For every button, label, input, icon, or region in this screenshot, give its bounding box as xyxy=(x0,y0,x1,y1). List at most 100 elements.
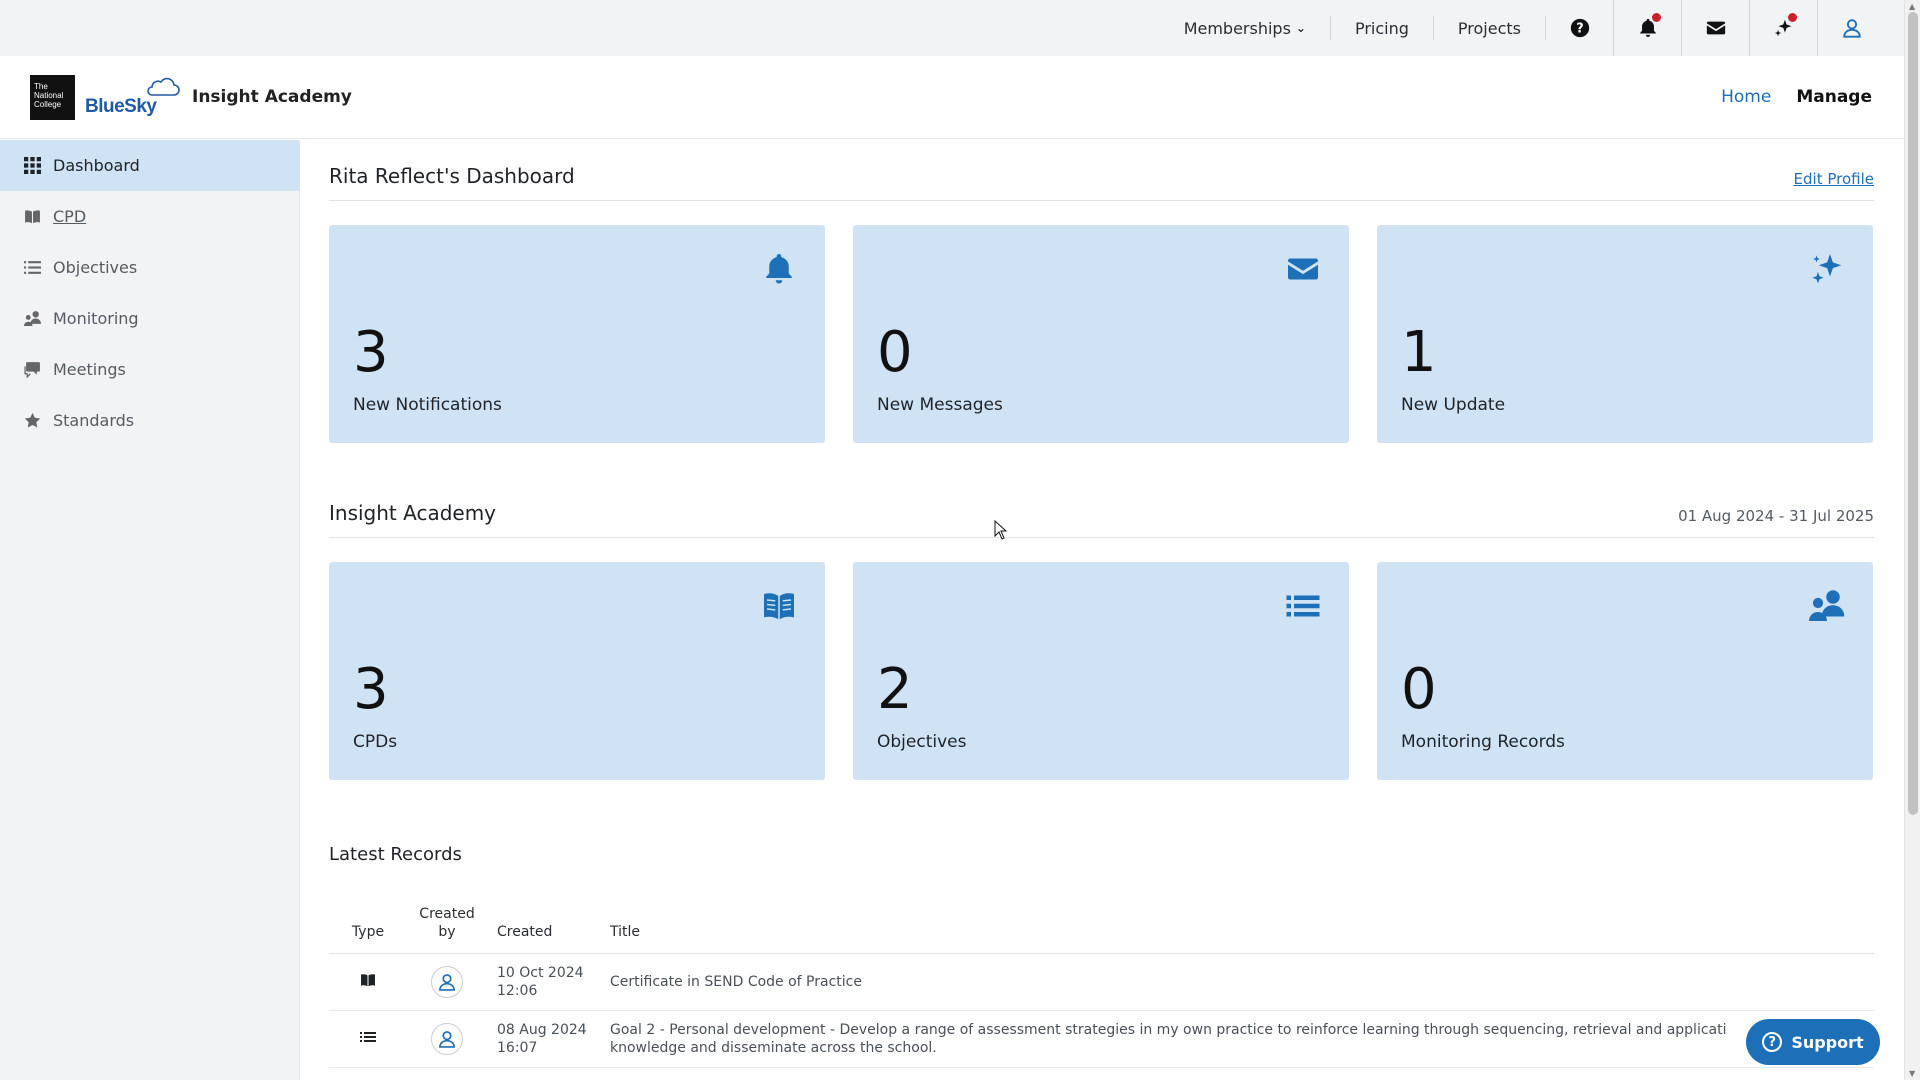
users-icon xyxy=(24,310,41,327)
user-icon xyxy=(439,1031,455,1048)
sidebar-item-label: Monitoring xyxy=(53,309,139,328)
card-label: Objectives xyxy=(877,732,967,752)
envelope-icon xyxy=(1288,258,1318,280)
pricing-link[interactable]: Pricing xyxy=(1331,16,1434,40)
sidebar-item-label: Objectives xyxy=(53,258,138,277)
top-bar: Memberships ⌄ Pricing Projects ? xyxy=(0,0,1904,56)
created-date: 08 Aug 2024 xyxy=(497,1022,587,1038)
book-icon xyxy=(361,973,375,986)
avatar xyxy=(431,1023,463,1055)
title-cell: Goal 2 - Personal development - Develop … xyxy=(600,1010,1874,1068)
updates-button[interactable] xyxy=(1750,0,1818,56)
summary-cards: 3 New Notifications 0 New Messages 1 New… xyxy=(329,225,1874,443)
notifications-button[interactable] xyxy=(1614,0,1682,56)
academy-title: Insight Academy xyxy=(329,501,497,525)
scroll-up-icon[interactable]: ▲ xyxy=(1909,2,1915,11)
monitoring-card[interactable]: 0 Monitoring Records xyxy=(1377,562,1873,780)
scrollbar-thumb[interactable] xyxy=(1908,12,1918,815)
sidebar-item-cpd[interactable]: CPD xyxy=(0,191,299,242)
sidebar-item-objectives[interactable]: Objectives xyxy=(0,242,299,293)
table-row[interactable]: 10 Oct 2024 12:06 Certificate in SEND Cod… xyxy=(329,953,1874,1011)
bell-icon xyxy=(766,254,792,284)
help-button[interactable]: ? xyxy=(1546,0,1614,56)
help-icon: ? xyxy=(1570,18,1589,38)
comments-icon xyxy=(24,361,41,378)
column-header-title[interactable]: Title xyxy=(600,905,1874,954)
created-cell: 08 Aug 2024 16:07 xyxy=(487,1010,600,1068)
created-by-cell xyxy=(407,953,487,1011)
messages-button[interactable] xyxy=(1682,0,1750,56)
profile-button[interactable] xyxy=(1818,0,1886,56)
sparkles-icon xyxy=(1812,254,1842,284)
created-by-line-2: by xyxy=(438,924,456,940)
table-row[interactable]: 08 Aug 2024 16:07 Goal 2 - Personal devel… xyxy=(329,1010,1874,1068)
manage-link[interactable]: Manage xyxy=(1796,87,1872,107)
objectives-card[interactable]: 2 Objectives xyxy=(853,562,1349,780)
support-button[interactable]: ? Support xyxy=(1746,1019,1880,1065)
sidebar-item-standards[interactable]: Standards xyxy=(0,395,299,446)
user-icon xyxy=(439,974,455,991)
memberships-menu[interactable]: Memberships ⌄ xyxy=(1160,16,1331,40)
grid-icon xyxy=(24,157,41,174)
sidebar-item-meetings[interactable]: Meetings xyxy=(0,344,299,395)
logo-text: The National College xyxy=(34,81,64,109)
notification-badge xyxy=(1652,13,1661,22)
notifications-card[interactable]: 3 New Notifications xyxy=(329,225,825,443)
card-value: 3 xyxy=(353,657,389,722)
card-label: New Notifications xyxy=(353,395,502,415)
projects-label: Projects xyxy=(1457,18,1521,38)
dashboard-header: Rita Reflect's Dashboard Edit Profile xyxy=(329,164,1874,201)
type-cell xyxy=(329,1010,407,1068)
card-value: 1 xyxy=(1401,320,1437,385)
list-icon xyxy=(360,1031,376,1042)
column-header-type[interactable]: Type xyxy=(329,905,407,954)
page-title: Rita Reflect's Dashboard xyxy=(329,164,575,188)
edit-profile-link[interactable]: Edit Profile xyxy=(1794,170,1874,188)
projects-link[interactable]: Projects xyxy=(1434,16,1546,40)
scroll-down-icon[interactable]: ▼ xyxy=(1909,1069,1915,1078)
app-title: Insight Academy xyxy=(192,87,352,107)
created-by-line-1: Created xyxy=(419,906,475,922)
records-table: Type Created by Created Title 10 Oct 2024… xyxy=(329,905,1874,1068)
created-cell: 10 Oct 2024 12:06 xyxy=(487,953,600,1011)
column-header-created[interactable]: Created xyxy=(487,905,600,954)
question-icon: ? xyxy=(1762,1032,1783,1052)
page-scrollbar[interactable]: ▲ ▼ xyxy=(1904,0,1920,1080)
card-label: CPDs xyxy=(353,732,398,752)
updates-card[interactable]: 1 New Update xyxy=(1377,225,1873,443)
sidebar-item-label: CPD xyxy=(53,207,87,226)
sidebar-item-dashboard[interactable]: Dashboard xyxy=(0,140,299,191)
sidebar-item-monitoring[interactable]: Monitoring xyxy=(0,293,299,344)
created-time: 12:06 xyxy=(497,983,538,999)
sidebar-item-label: Dashboard xyxy=(53,156,140,175)
sidebar-item-label: Standards xyxy=(53,411,135,430)
national-college-logo[interactable]: The National College xyxy=(30,74,75,120)
card-value: 0 xyxy=(877,320,913,385)
header-nav: Home Manage xyxy=(1721,87,1872,107)
home-link[interactable]: Home xyxy=(1721,87,1771,107)
created-by-cell xyxy=(407,1010,487,1068)
academy-header: Insight Academy 01 Aug 2024 - 31 Jul 202… xyxy=(329,501,1874,538)
column-header-created-by[interactable]: Created by xyxy=(407,905,487,954)
card-value: 0 xyxy=(1401,657,1437,722)
record-title[interactable]: Certificate in SEND Code of Practice xyxy=(610,974,862,990)
svg-text:?: ? xyxy=(1576,22,1583,37)
list-icon xyxy=(1286,595,1320,617)
main-content: Rita Reflect's Dashboard Edit Profile 3 … xyxy=(329,140,1874,1068)
support-label: Support xyxy=(1791,1032,1864,1052)
cpds-card[interactable]: 3 CPDs xyxy=(329,562,825,780)
list-icon xyxy=(24,259,41,276)
book-icon xyxy=(764,593,794,620)
title-cell: Certificate in SEND Code of Practice xyxy=(600,953,1874,1011)
users-icon xyxy=(1809,590,1845,621)
type-cell xyxy=(329,953,407,1011)
record-title-continued: knowledge and disseminate across the sch… xyxy=(610,1040,937,1056)
card-label: New Messages xyxy=(877,395,1003,415)
card-value: 3 xyxy=(353,320,389,385)
academy-cards: 3 CPDs 2 Objectives 0 Monitoring Records xyxy=(329,562,1874,780)
bluesky-logo[interactable]: BlueSky xyxy=(85,75,180,120)
messages-card[interactable]: 0 New Messages xyxy=(853,225,1349,443)
chevron-down-icon: ⌄ xyxy=(1295,21,1306,35)
record-title[interactable]: Goal 2 - Personal development - Develop … xyxy=(610,1022,1727,1038)
memberships-label: Memberships xyxy=(1183,18,1291,38)
